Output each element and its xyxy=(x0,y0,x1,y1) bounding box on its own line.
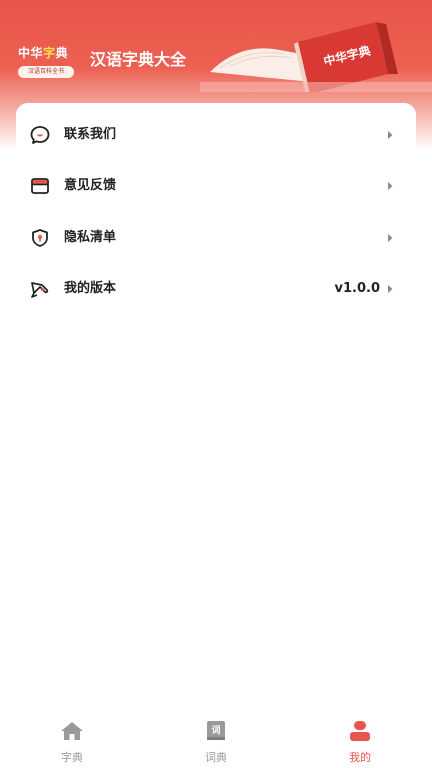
menu-item-label: 隐私清单 xyxy=(64,230,117,245)
tab-label: 我的 xyxy=(349,751,371,764)
menu-item-feedback[interactable]: 意见反馈 xyxy=(16,161,400,211)
home-icon xyxy=(61,722,83,740)
chat-smile-icon xyxy=(30,126,50,144)
tab-word-dictionary[interactable]: 词 词典 xyxy=(144,708,288,768)
shield-icon xyxy=(32,229,48,247)
app-logo: 中华字典 汉语百科全书 xyxy=(18,44,80,80)
chevron-right-icon xyxy=(388,234,393,242)
feedback-icon xyxy=(31,178,49,194)
app-title: 汉语字典大全 xyxy=(90,50,187,69)
tab-label: 字典 xyxy=(61,751,83,764)
chevron-right-icon xyxy=(388,285,393,293)
book-icon: 词 xyxy=(207,721,225,740)
chevron-right-icon xyxy=(388,131,393,139)
menu-item-label: 我的版本 xyxy=(64,281,117,296)
bottom-tab-bar: 字典 词 词典 我的 xyxy=(0,708,432,768)
menu-item-label: 意见反馈 xyxy=(64,178,117,193)
menu-item-my-version[interactable]: 我的版本 v1.0.0 xyxy=(16,264,400,314)
tab-label: 词典 xyxy=(205,751,227,764)
profile-icon xyxy=(350,721,370,741)
menu-item-contact-us[interactable]: 联系我们 xyxy=(16,110,400,160)
logo-title: 中华字典 xyxy=(18,46,69,60)
tab-dictionary[interactable]: 字典 xyxy=(0,708,144,768)
menu-item-label: 联系我们 xyxy=(64,127,117,142)
tab-mine[interactable]: 我的 xyxy=(288,708,432,768)
version-value: v1.0.0 xyxy=(334,281,381,296)
chevron-right-icon xyxy=(388,182,393,190)
menu-item-privacy-list[interactable]: 隐私清单 xyxy=(16,213,400,263)
rocket-icon xyxy=(31,282,49,298)
book-icon-glyph: 词 xyxy=(211,724,220,736)
logo-subtitle: 汉语百科全书 xyxy=(18,66,74,78)
dictionary-book-illustration: 中华字典 xyxy=(200,22,432,92)
